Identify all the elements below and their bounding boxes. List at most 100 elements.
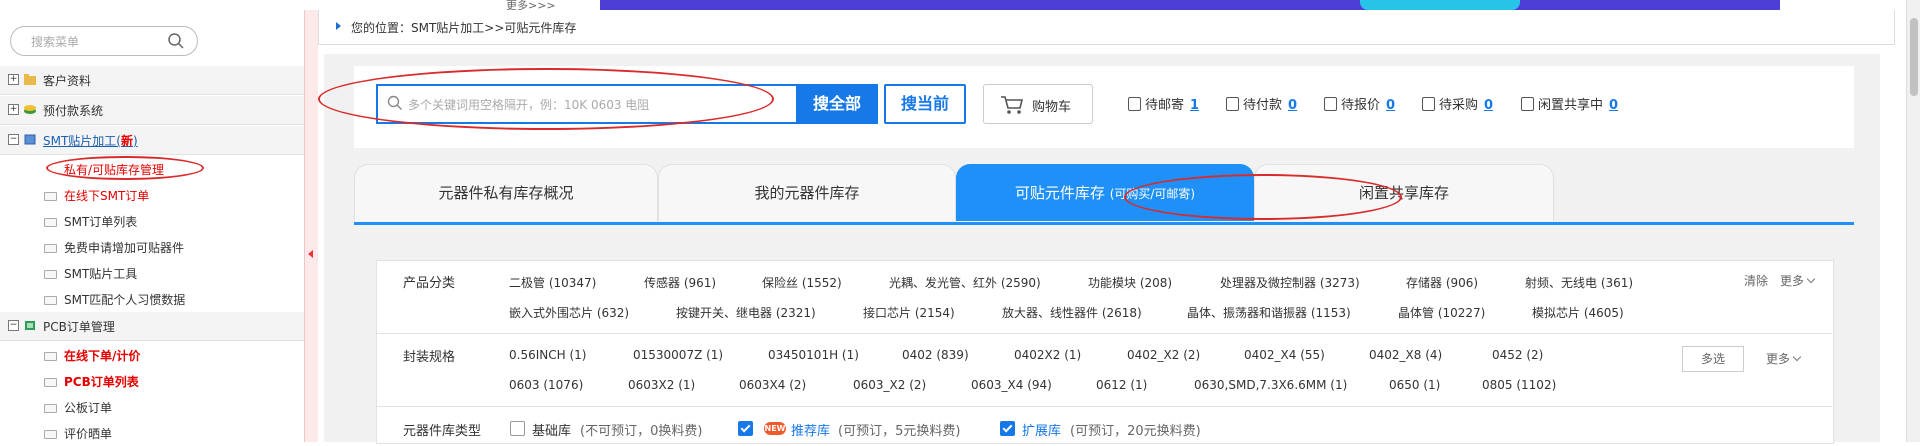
keyword-search-input[interactable]: 多个关键词用空格隔开，例：10K 0603 电阻 bbox=[376, 84, 796, 124]
sidebar-item-pcb-order-list[interactable]: PCB订单列表 bbox=[0, 368, 304, 394]
menu-search-input[interactable]: 搜索菜单 bbox=[10, 26, 198, 56]
package-item[interactable]: 0805 (1102) bbox=[1482, 378, 1556, 392]
status-idle-sharing[interactable]: 闲置共享中 0 bbox=[1521, 94, 1618, 113]
package-item[interactable]: 0603_X2 (2) bbox=[853, 378, 926, 392]
sidebar-item-label: PCB订单列表 bbox=[64, 375, 139, 389]
category-item[interactable]: 保险丝 (1552) bbox=[762, 274, 842, 291]
category-item[interactable]: 接口芯片 (2154) bbox=[863, 304, 955, 321]
doc-icon bbox=[44, 404, 57, 413]
chevron-down-icon bbox=[1806, 274, 1816, 284]
category-item[interactable]: 二极管 (10347) bbox=[509, 274, 596, 291]
collapse-left-icon[interactable] bbox=[308, 250, 313, 258]
search-icon[interactable] bbox=[167, 32, 185, 50]
package-item[interactable]: 0603X4 (2) bbox=[739, 378, 806, 392]
breadcrumb-arrow-icon bbox=[336, 22, 341, 30]
share-icon bbox=[1521, 97, 1534, 111]
category-item[interactable]: 嵌入式外围芯片 (632) bbox=[509, 304, 629, 321]
page-scrollbar[interactable] bbox=[1906, 0, 1920, 442]
category-item[interactable]: 光耦、发光管、红外 (2590) bbox=[889, 274, 1041, 291]
basic-library-checkbox[interactable] bbox=[510, 421, 525, 436]
expand-icon[interactable]: + bbox=[8, 104, 19, 115]
sidebar-group-customer[interactable]: + 客户资料 bbox=[0, 66, 304, 95]
package-label: 封装规格 bbox=[403, 350, 456, 365]
sidebar-item-stock-manage[interactable]: 私有/可贴库存管理 bbox=[0, 156, 304, 182]
tab-my-inventory[interactable]: 我的元器件库存 bbox=[658, 164, 956, 221]
search-current-button[interactable]: 搜当前 bbox=[884, 84, 966, 124]
sidebar-item-label: SMT订单列表 bbox=[64, 215, 138, 229]
collapse-icon[interactable]: − bbox=[8, 320, 19, 331]
doc-icon bbox=[44, 430, 57, 439]
recommended-library-checkbox[interactable] bbox=[738, 421, 753, 436]
status-pending-mail[interactable]: 待邮寄 1 bbox=[1128, 94, 1199, 113]
scrollbar-thumb[interactable] bbox=[1910, 18, 1918, 96]
package-item[interactable]: 0612 (1) bbox=[1096, 378, 1147, 392]
category-item[interactable]: 处理器及微控制器 (3273) bbox=[1220, 274, 1360, 291]
sidebar-group-label: 客户资料 bbox=[43, 74, 92, 88]
multi-select-button[interactable]: 多选 bbox=[1682, 346, 1744, 372]
sidebar-group-label: PCB订单管理 bbox=[43, 320, 115, 334]
tab-private-overview[interactable]: 元器件私有库存概况 bbox=[354, 164, 658, 221]
category-item[interactable]: 模拟芯片 (4605) bbox=[1532, 304, 1624, 321]
new-badge: 新 bbox=[120, 134, 133, 148]
expand-icon[interactable]: + bbox=[8, 74, 19, 85]
tab-idle-shared[interactable]: 闲置共享库存 bbox=[1254, 164, 1554, 221]
package-item[interactable]: 0630,SMD,7.3X6.6MM (1) bbox=[1194, 378, 1347, 392]
extended-library-note: (可预订，20元换料费) bbox=[1070, 424, 1201, 439]
search-all-button[interactable]: 搜全部 bbox=[796, 84, 878, 124]
status-pending-quote[interactable]: 待报价 0 bbox=[1324, 94, 1395, 113]
sidebar-group-smt[interactable]: − SMT贴片加工(新) bbox=[0, 126, 304, 155]
package-item[interactable]: 03450101H (1) bbox=[768, 348, 859, 362]
package-item[interactable]: 0603 (1076) bbox=[509, 378, 583, 392]
sidebar-item-smt-order-list[interactable]: SMT订单列表 bbox=[0, 208, 304, 234]
category-item[interactable]: 传感器 (961) bbox=[644, 274, 716, 291]
category-more-link[interactable]: 更多 bbox=[1780, 272, 1816, 289]
package-item[interactable]: 0402_X2 (2) bbox=[1127, 348, 1200, 362]
category-item[interactable]: 射频、无线电 (361) bbox=[1525, 274, 1633, 291]
sidebar-group-pcb[interactable]: − PCB订单管理 bbox=[0, 312, 304, 341]
status-pending-purchase[interactable]: 待采购 0 bbox=[1422, 94, 1493, 113]
package-item[interactable]: 0452 (2) bbox=[1492, 348, 1543, 362]
category-item[interactable]: 晶体管 (10227) bbox=[1398, 304, 1485, 321]
status-pending-payment[interactable]: 待付款 0 bbox=[1226, 94, 1297, 113]
extended-library-checkbox[interactable] bbox=[1000, 421, 1015, 436]
breadcrumb: 您的位置：SMT贴片加工>>可贴元件库存 bbox=[318, 10, 1895, 45]
category-item[interactable]: 放大器、线性器件 (2618) bbox=[1002, 304, 1142, 321]
category-item[interactable]: 功能模块 (208) bbox=[1088, 274, 1172, 291]
cart-button[interactable]: 购物车 bbox=[983, 84, 1093, 124]
package-item[interactable]: 0402_X8 (4) bbox=[1369, 348, 1442, 362]
tab-placeable-inventory[interactable]: 可贴元件库存 (可购买/可邮寄) bbox=[956, 164, 1254, 221]
clear-filter-link[interactable]: 清除 bbox=[1744, 272, 1768, 289]
sidebar-item-free-apply[interactable]: 免费申请增加可贴器件 bbox=[0, 234, 304, 260]
sidebar-collapse-bar[interactable] bbox=[304, 10, 319, 442]
sidebar-item-smt-habits[interactable]: SMT匹配个人习惯数据 bbox=[0, 286, 304, 312]
package-item[interactable]: 0650 (1) bbox=[1389, 378, 1440, 392]
package-item[interactable]: 01530007Z (1) bbox=[633, 348, 723, 362]
package-item[interactable]: 0402_X4 (55) bbox=[1244, 348, 1325, 362]
category-item[interactable]: 按键开关、继电器 (2321) bbox=[676, 304, 816, 321]
sidebar-item-label: 在线下单/计价 bbox=[64, 349, 141, 363]
sidebar-item-label: 评价晒单 bbox=[64, 427, 113, 441]
sidebar-group-prepay[interactable]: + 预付款系统 bbox=[0, 96, 304, 125]
doc-icon bbox=[44, 218, 57, 227]
category-item[interactable]: 晶体、振荡器和谐振器 (1153) bbox=[1187, 304, 1351, 321]
chevron-down-icon bbox=[1792, 352, 1802, 362]
sidebar-item-smt-tools[interactable]: SMT贴片工具 bbox=[0, 260, 304, 286]
folder-icon bbox=[24, 74, 36, 85]
sidebar-item-online-smt-order[interactable]: 在线下SMT订单 bbox=[0, 182, 304, 208]
banner-image[interactable] bbox=[600, 0, 1780, 10]
package-more-link[interactable]: 更多 bbox=[1766, 350, 1802, 367]
package-item[interactable]: 0.56INCH (1) bbox=[509, 348, 586, 362]
package-item[interactable]: 0603_X4 (94) bbox=[971, 378, 1052, 392]
sidebar-item-public-board[interactable]: 公板订单 bbox=[0, 394, 304, 420]
package-item[interactable]: 0402X2 (1) bbox=[1014, 348, 1081, 362]
doc-icon bbox=[44, 352, 57, 361]
doc-icon bbox=[44, 244, 57, 253]
category-item[interactable]: 存储器 (906) bbox=[1406, 274, 1478, 291]
package-item[interactable]: 0603X2 (1) bbox=[628, 378, 695, 392]
collapse-icon[interactable]: − bbox=[8, 134, 19, 145]
package-item[interactable]: 0402 (839) bbox=[902, 348, 969, 362]
sidebar-item-review[interactable]: 评价晒单 bbox=[0, 420, 304, 446]
sidebar: 搜索菜单 + 客户资料 + 预付款系统 − SMT贴片加工(新) 私有/可贴库存… bbox=[0, 10, 304, 442]
sidebar-item-online-order[interactable]: 在线下单/计价 bbox=[0, 342, 304, 368]
doc-icon bbox=[44, 192, 57, 201]
